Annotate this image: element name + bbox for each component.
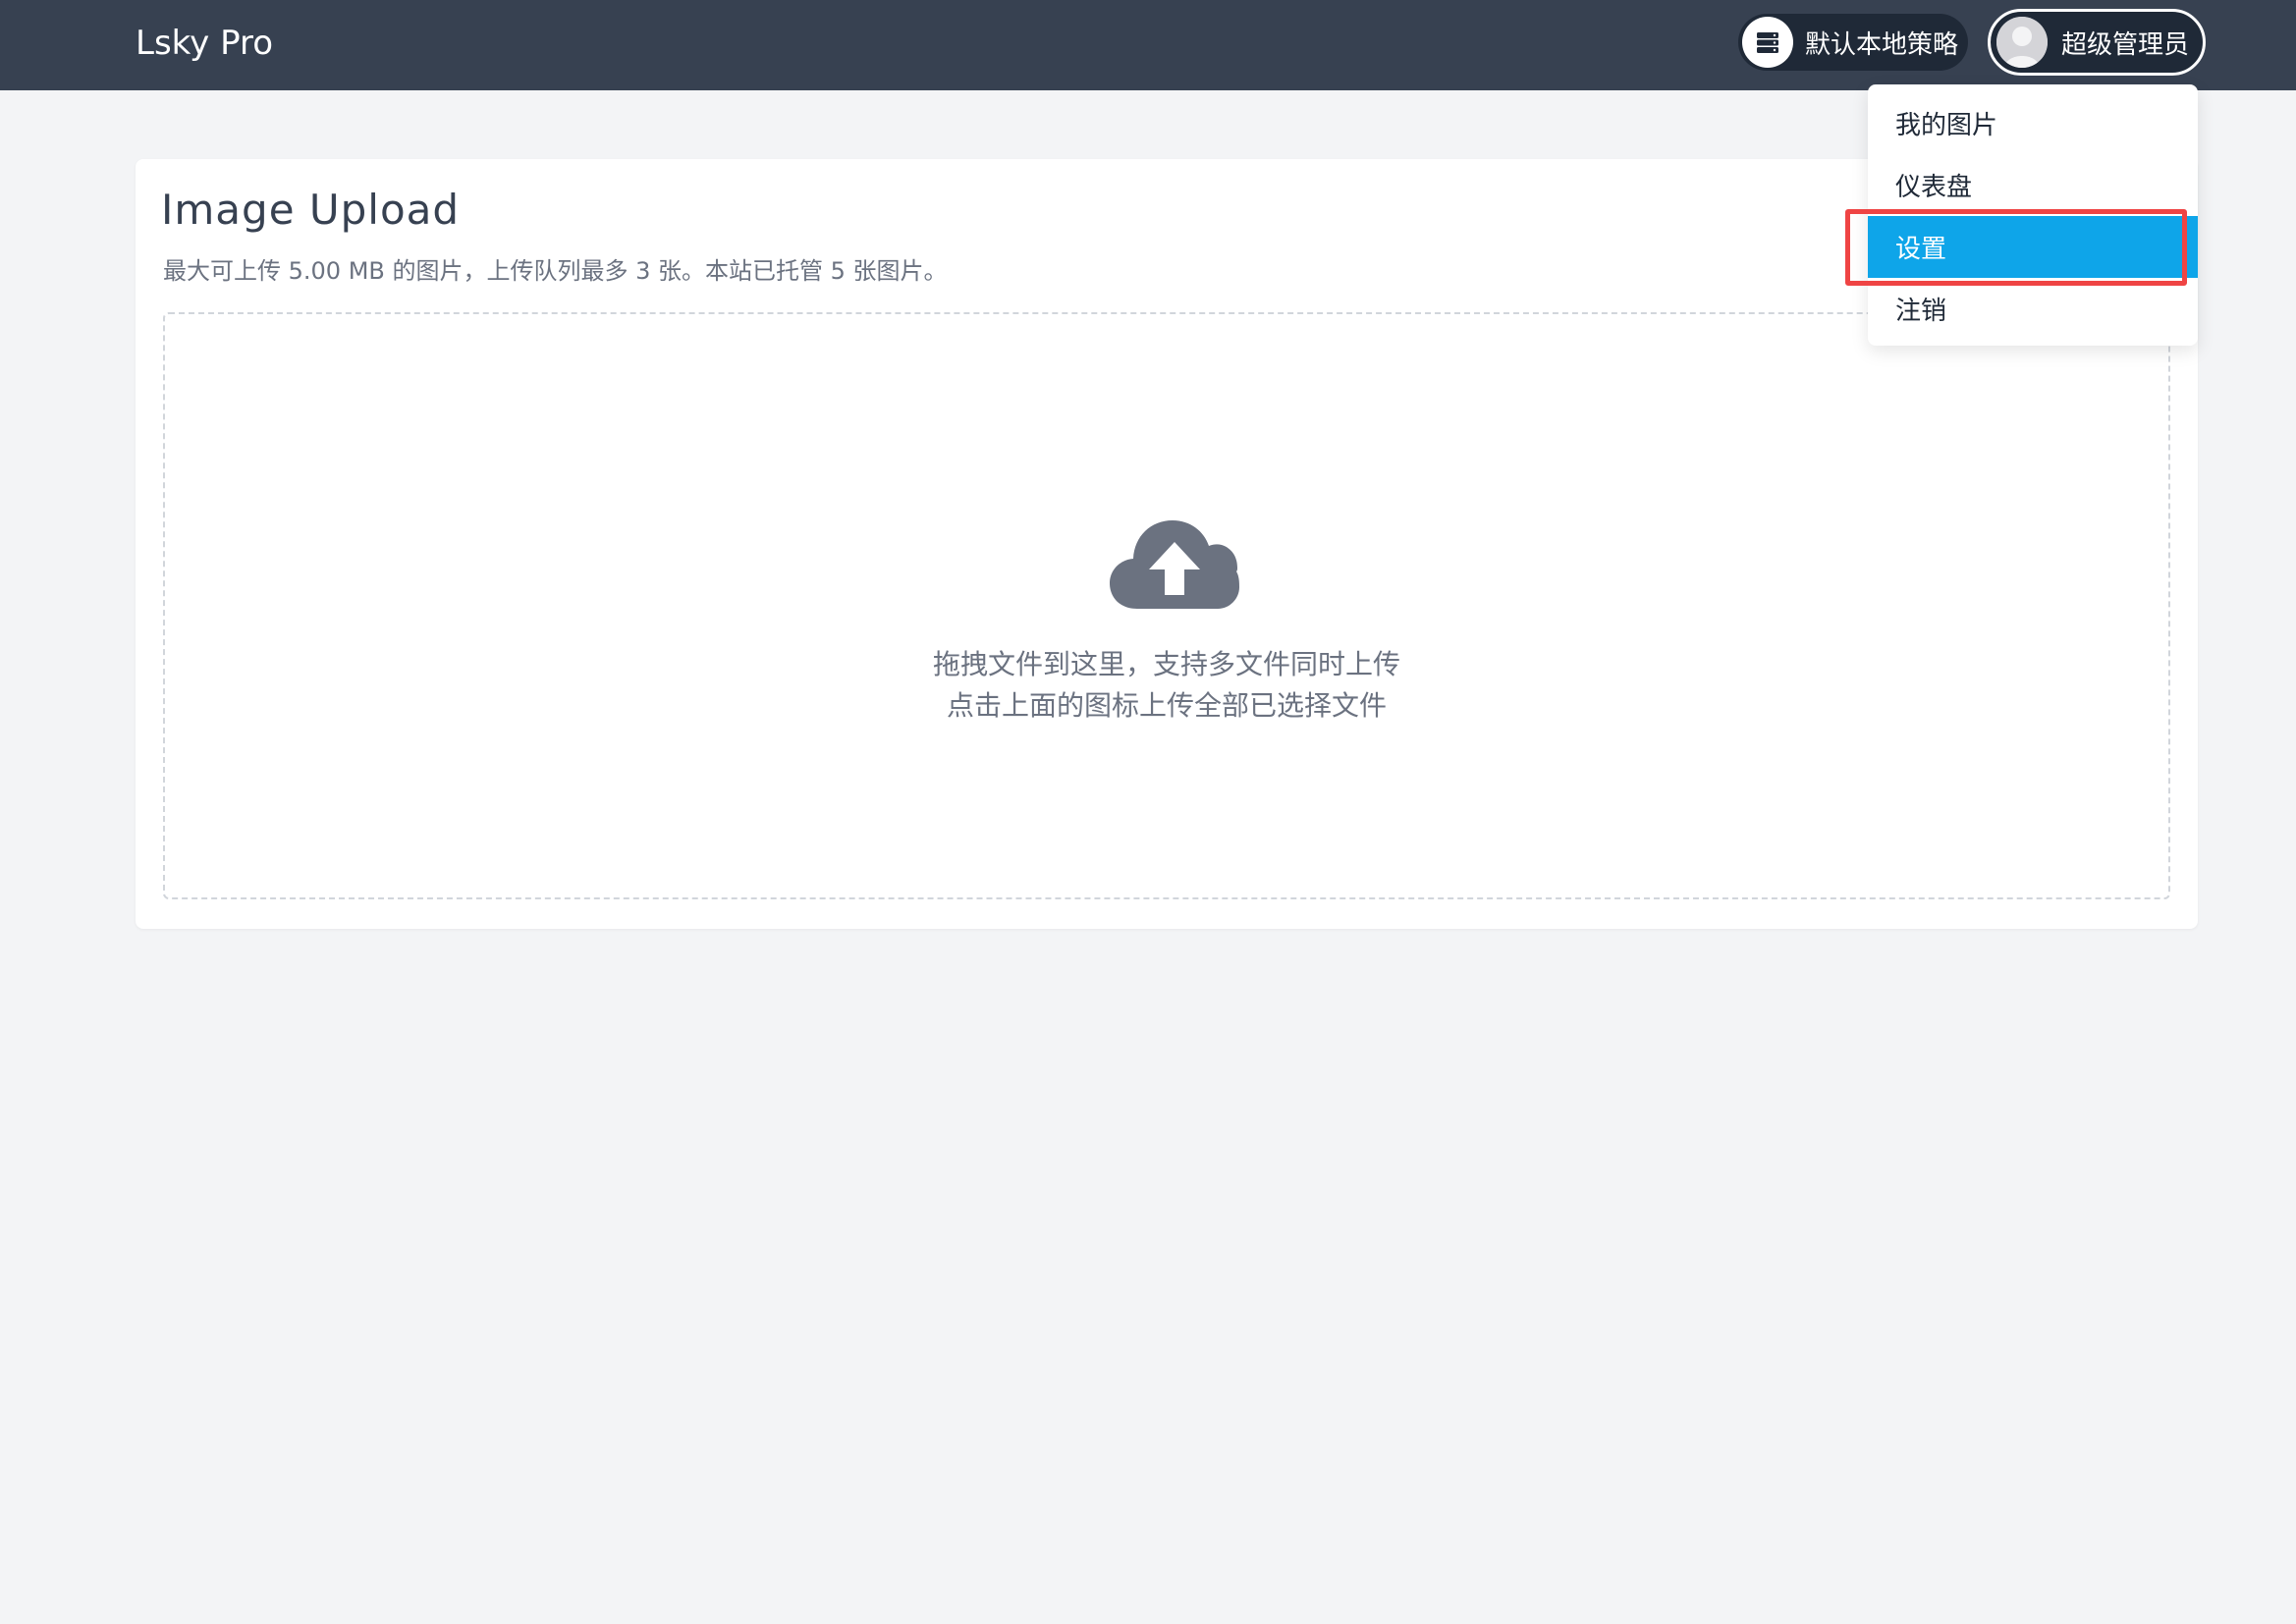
cloud-upload-icon[interactable]	[1108, 514, 1241, 613]
dropzone-hint-drag: 拖拽文件到这里，支持多文件同时上传	[932, 648, 1400, 680]
user-name-label: 超级管理员	[2061, 29, 2190, 60]
server-icon	[1742, 17, 1793, 68]
menu-item-dashboard[interactable]: 仪表盘	[1868, 154, 2198, 216]
page-title: Image Upload	[161, 186, 461, 234]
dropzone-hint-click: 点击上面的图标上传全部已选择文件	[946, 689, 1387, 722]
user-dropdown-menu: 我的图片 仪表盘 设置 注销	[1868, 84, 2198, 346]
menu-item-settings[interactable]: 设置	[1868, 216, 2198, 278]
menu-item-logout[interactable]: 注销	[1868, 278, 2198, 340]
top-navbar: Lsky Pro 默认本地策略 超级管理员	[0, 0, 2296, 90]
avatar	[1996, 17, 2048, 68]
brand-logo[interactable]: Lsky Pro	[136, 22, 273, 65]
upload-limits-text: 最大可上传 5.00 MB 的图片，上传队列最多 3 张。本站已托管 5 张图片…	[163, 257, 948, 285]
menu-item-my-images[interactable]: 我的图片	[1868, 92, 2198, 154]
storage-strategy-label: 默认本地策略	[1805, 29, 1959, 60]
upload-dropzone[interactable]: 拖拽文件到这里，支持多文件同时上传 点击上面的图标上传全部已选择文件	[163, 312, 2170, 899]
user-menu-button[interactable]: 超级管理员	[1988, 9, 2206, 76]
storage-strategy-button[interactable]: 默认本地策略	[1738, 14, 1968, 71]
